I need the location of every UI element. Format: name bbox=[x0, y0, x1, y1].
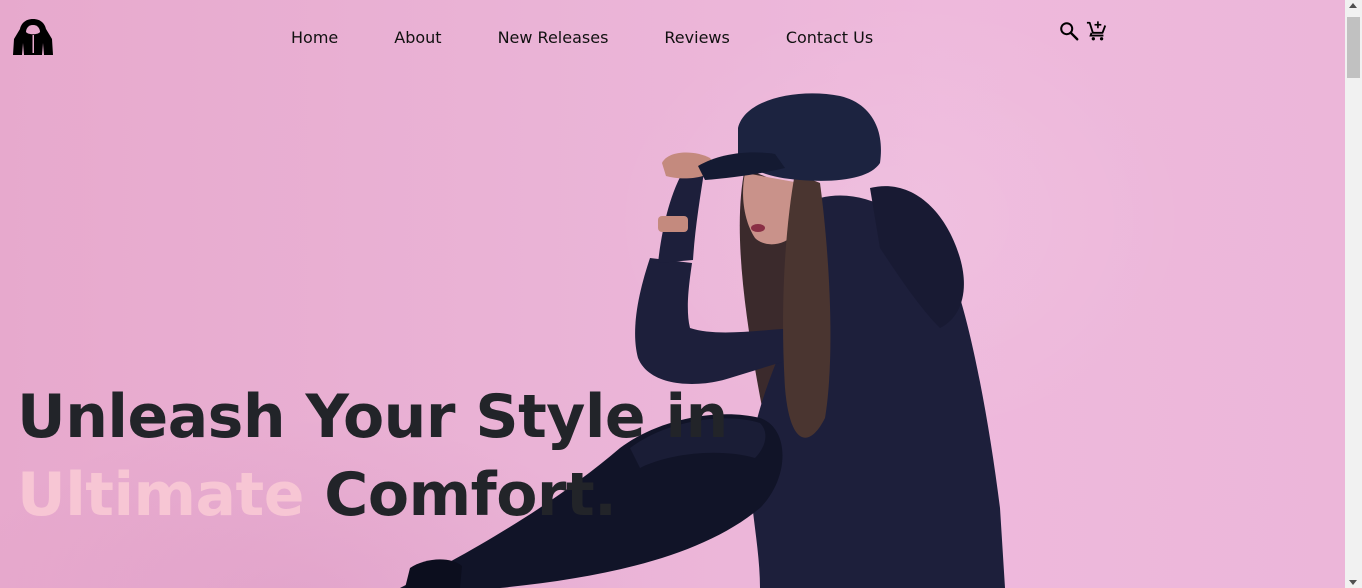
hero-headline-line1: Unleash Your Style in bbox=[17, 382, 728, 452]
search-icon[interactable] bbox=[1058, 19, 1080, 43]
hero-headline-accent: Ultimate bbox=[17, 460, 304, 530]
scrollbar-thumb[interactable] bbox=[1347, 17, 1360, 78]
nav-new-releases-link[interactable]: New Releases bbox=[498, 28, 609, 48]
nav-reviews-link[interactable]: Reviews bbox=[664, 28, 729, 48]
page-viewport: Home About New Releases Reviews Contact … bbox=[0, 0, 1345, 588]
add-shopping-cart-icon[interactable] bbox=[1086, 19, 1108, 43]
scroll-down-arrow-icon[interactable] bbox=[1349, 580, 1357, 585]
nav-home-link[interactable]: Home bbox=[291, 28, 338, 48]
nav-contact-link[interactable]: Contact Us bbox=[786, 28, 873, 48]
page-scrollbar[interactable] bbox=[1345, 0, 1362, 588]
header-actions bbox=[1058, 19, 1108, 43]
hoodie-logo-icon[interactable] bbox=[12, 17, 54, 57]
hero-headline: Unleash Your Style in Ultimate Comfort. bbox=[17, 378, 728, 534]
nav-about-link[interactable]: About bbox=[394, 28, 441, 48]
hero-headline-rest: Comfort. bbox=[303, 460, 617, 530]
scroll-up-arrow-icon[interactable] bbox=[1349, 3, 1357, 8]
main-nav: Home About New Releases Reviews Contact … bbox=[291, 28, 873, 48]
